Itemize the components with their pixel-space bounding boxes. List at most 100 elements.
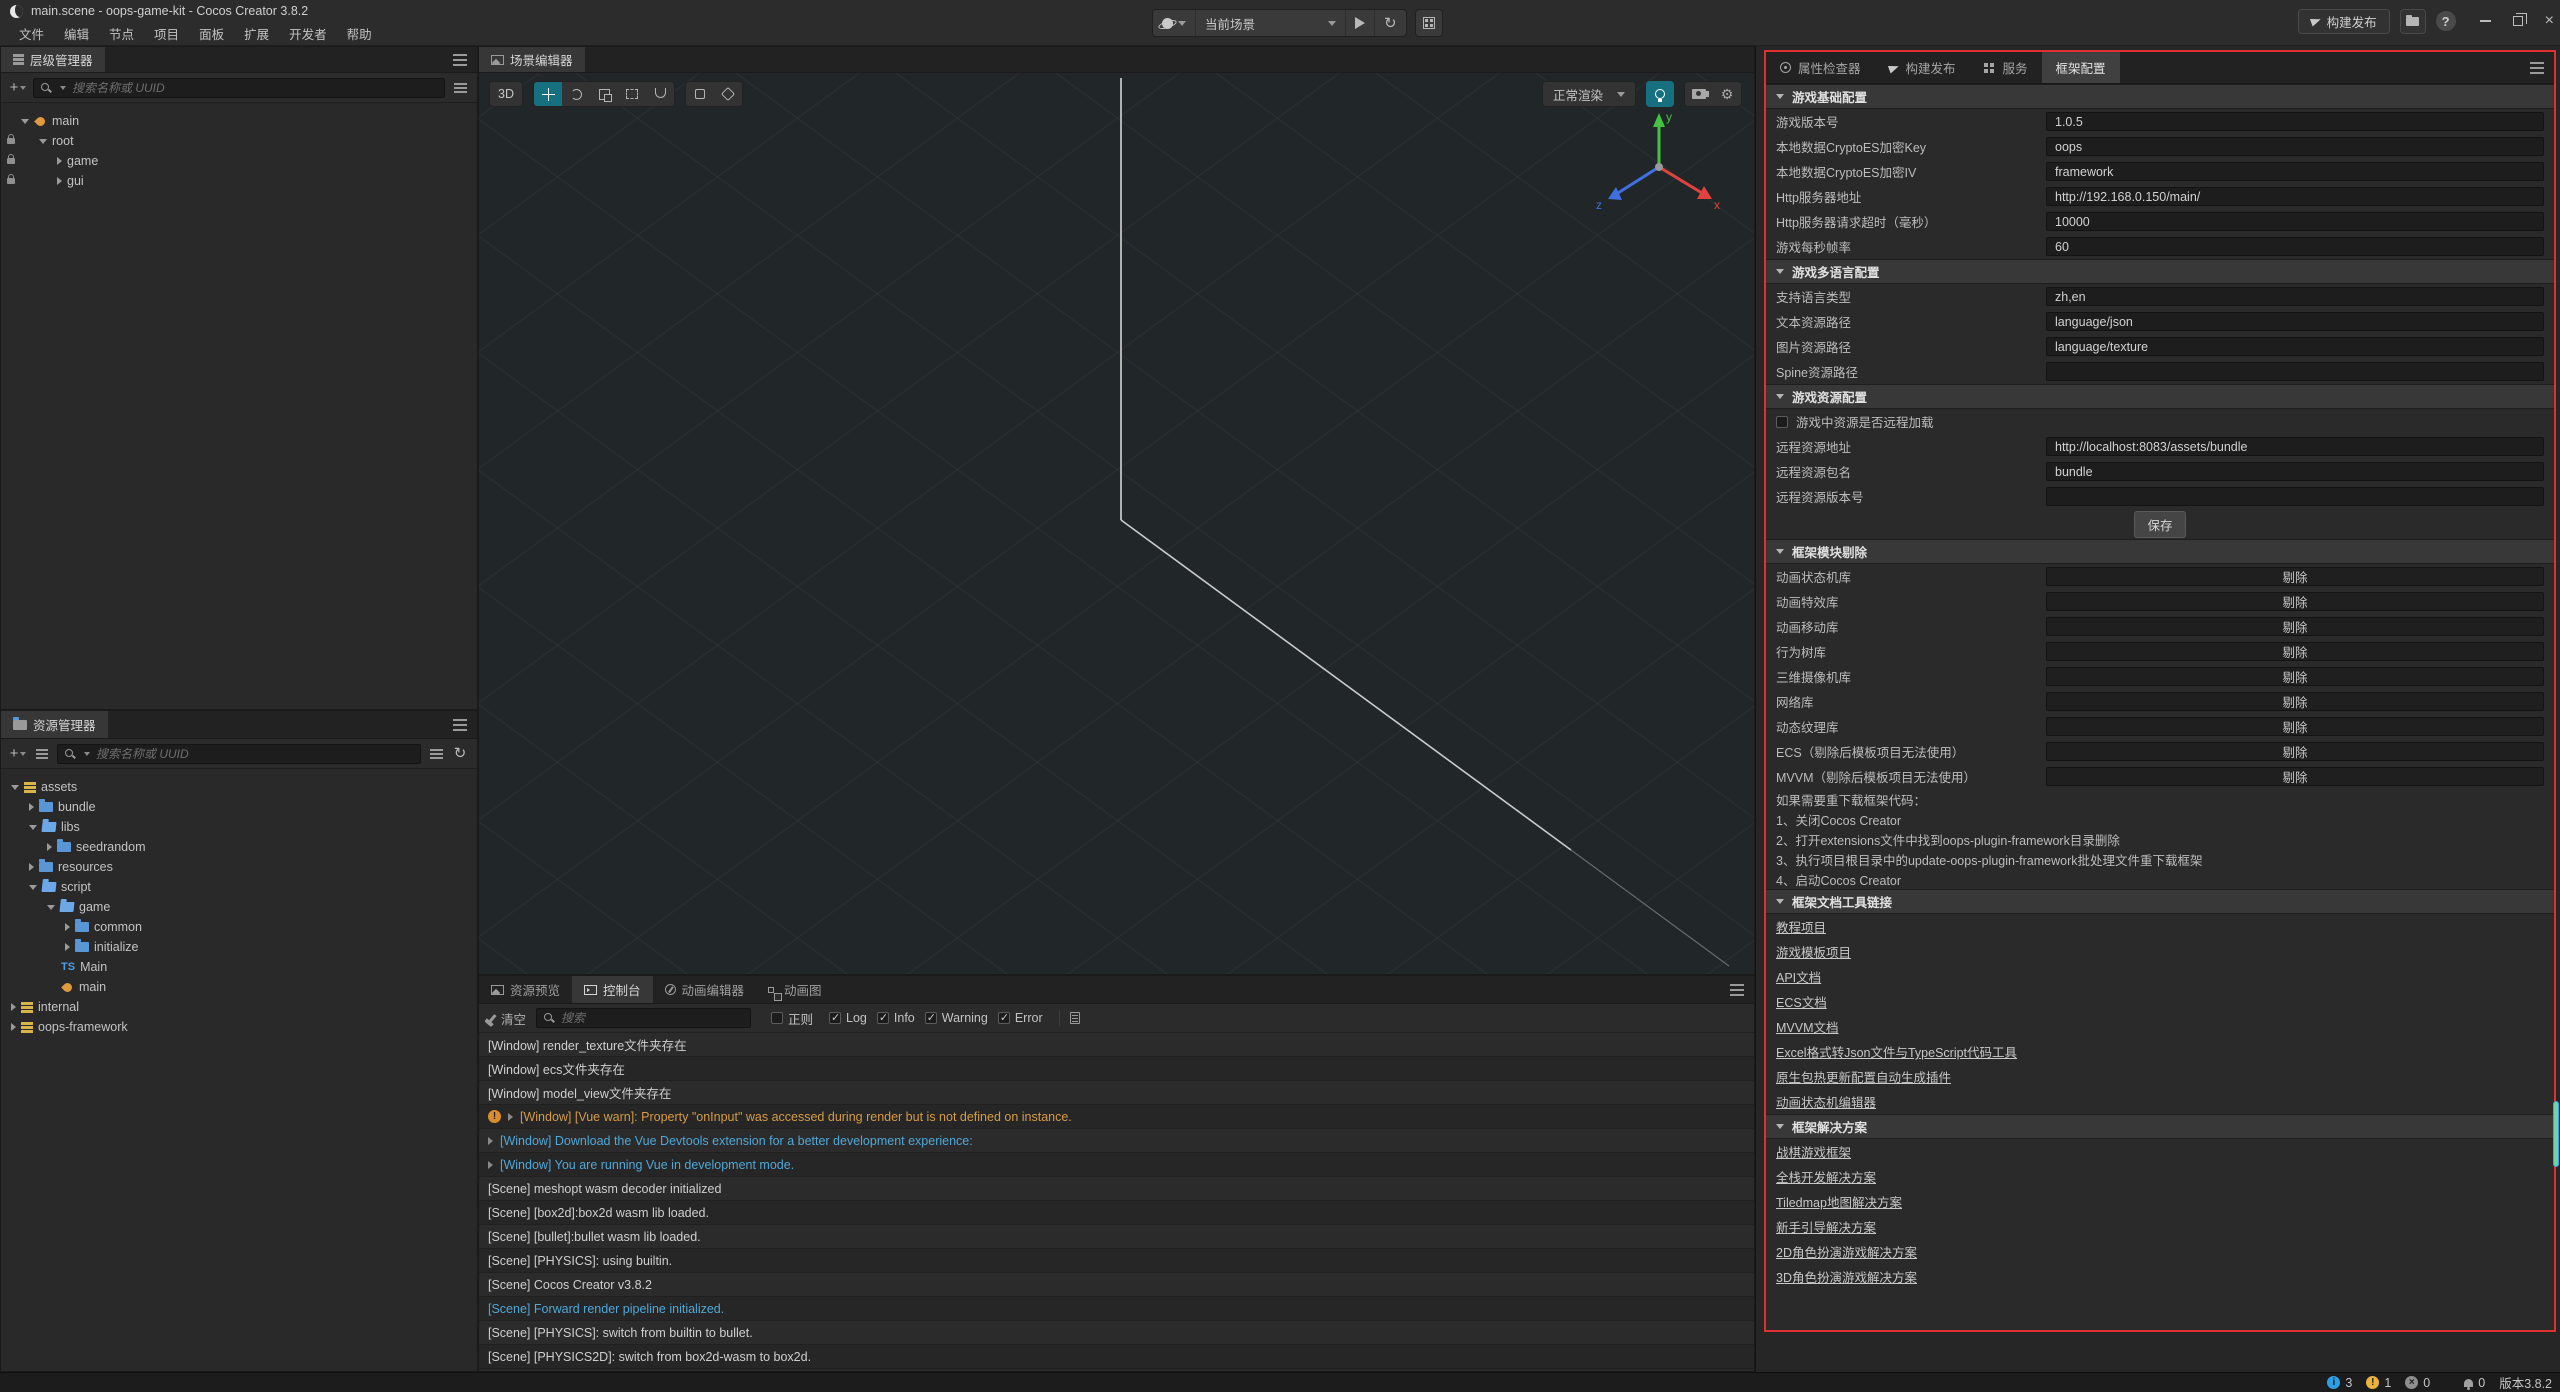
chevron-down-icon[interactable] xyxy=(1776,899,1784,904)
console-line[interactable]: [Window] model_view文件夹存在 xyxy=(479,1081,1754,1105)
field-input[interactable] xyxy=(2046,287,2544,306)
module-remove-button[interactable]: 剔除 xyxy=(2046,717,2544,736)
menu-项目[interactable]: 项目 xyxy=(145,21,188,46)
field-input[interactable] xyxy=(2046,187,2544,206)
module-remove-button[interactable]: 剔除 xyxy=(2046,667,2544,686)
console-line[interactable]: ![Window] [Vue warn]: Property "onInput"… xyxy=(479,1105,1754,1129)
doc-link[interactable]: Excel格式转Json文件与TypeScript代码工具 xyxy=(1776,1042,2017,1061)
hierarchy-search[interactable] xyxy=(33,78,445,98)
chevron-right-icon[interactable] xyxy=(29,803,34,811)
field-input[interactable] xyxy=(2046,362,2544,381)
assets-search-input[interactable] xyxy=(96,747,414,761)
tree-row[interactable]: game xyxy=(1,151,477,171)
console-line[interactable]: [Scene] [PHYSICS2D]: switch from box2d-w… xyxy=(479,1345,1754,1369)
tree-row[interactable]: assets xyxy=(1,777,477,797)
console-search[interactable] xyxy=(536,1008,751,1028)
console-line[interactable]: [Scene] meshopt wasm decoder initialized xyxy=(479,1177,1754,1201)
module-remove-button[interactable]: 剔除 xyxy=(2046,567,2544,586)
solution-link[interactable]: 全栈开发解决方案 xyxy=(1776,1167,1876,1186)
hierarchy-search-input[interactable] xyxy=(72,81,438,95)
tab-build[interactable]: 构建发布 xyxy=(1875,52,1970,83)
tab-scene-editor[interactable]: 场景编辑器 xyxy=(479,47,585,72)
chevron-down-icon[interactable] xyxy=(21,119,29,124)
build-publish-button[interactable]: 构建发布 xyxy=(2298,9,2390,34)
section-header[interactable]: 游戏资源配置 xyxy=(1766,384,2554,409)
tree-row[interactable]: resources xyxy=(1,857,477,877)
expand-chevron-icon[interactable] xyxy=(488,1161,493,1169)
restore-button[interactable] xyxy=(2513,16,2523,26)
status-error[interactable]: × 0 xyxy=(2405,1376,2430,1390)
menu-帮助[interactable]: 帮助 xyxy=(338,21,381,46)
tab-service[interactable]: 服务 xyxy=(1970,52,2042,83)
tree-row[interactable]: oops-framework xyxy=(1,1017,477,1037)
tab-hierarchy[interactable]: 层级管理器 xyxy=(1,47,105,72)
open-project-folder-button[interactable] xyxy=(2400,9,2426,34)
tab-animation-graph[interactable]: 动画图 xyxy=(756,976,834,1003)
device-preview-button[interactable] xyxy=(1415,9,1443,37)
module-remove-button[interactable]: 剔除 xyxy=(2046,617,2544,636)
console-line[interactable]: [Scene] [bullet]:bullet wasm lib loaded. xyxy=(479,1225,1754,1249)
tab-inspector[interactable]: 属性检查器 xyxy=(1766,52,1875,83)
field-input[interactable] xyxy=(2046,437,2544,456)
chevron-down-icon[interactable] xyxy=(29,825,37,830)
console-line[interactable]: [Scene] Cocos Creator v3.8.2 xyxy=(479,1273,1754,1297)
section-header[interactable]: 游戏基础配置 xyxy=(1766,84,2554,109)
close-button[interactable]: × xyxy=(2545,13,2554,29)
assets-filter-button[interactable] xyxy=(427,744,445,764)
console-menu-icon[interactable] xyxy=(1730,989,1744,991)
tab-framework-config[interactable]: 框架配置 xyxy=(2042,52,2120,83)
solution-link[interactable]: 3D角色扮演游戏解决方案 xyxy=(1776,1267,1917,1286)
chevron-right-icon[interactable] xyxy=(47,843,52,851)
section-header[interactable]: 游戏多语言配置 xyxy=(1766,259,2554,284)
filter-log[interactable]: Log xyxy=(829,1011,867,1025)
doc-link[interactable]: 教程项目 xyxy=(1776,917,1826,936)
chevron-down-icon[interactable] xyxy=(39,139,47,144)
console-line[interactable]: [Window] You are running Vue in developm… xyxy=(479,1153,1754,1177)
projection-3d-button[interactable]: 3D xyxy=(489,81,523,107)
tree-row[interactable]: game xyxy=(1,897,477,917)
field-input[interactable] xyxy=(2046,162,2544,181)
tree-row[interactable]: internal xyxy=(1,997,477,1017)
chevron-down-icon[interactable] xyxy=(1776,269,1784,274)
doc-link[interactable]: 原生包热更新配置自动生成插件 xyxy=(1776,1067,1951,1086)
menu-开发者[interactable]: 开发者 xyxy=(280,21,336,46)
field-input[interactable] xyxy=(2046,112,2544,131)
render-mode-dropdown[interactable]: 正常渲染 xyxy=(1542,81,1636,107)
section-header[interactable]: 框架文档工具链接 xyxy=(1766,889,2554,914)
scale-tool-button[interactable] xyxy=(590,81,618,107)
tree-row[interactable]: main xyxy=(1,111,477,131)
console-search-input[interactable] xyxy=(561,1011,744,1025)
assets-menu-icon[interactable] xyxy=(453,724,467,726)
inspector-scrollbar-thumb[interactable] xyxy=(2553,1101,2559,1167)
save-button[interactable]: 保存 xyxy=(2134,511,2185,538)
assets-refresh-button[interactable]: ↻ xyxy=(451,744,469,764)
tree-row[interactable]: bundle xyxy=(1,797,477,817)
chevron-down-icon[interactable] xyxy=(1776,394,1784,399)
filter-info[interactable]: Info xyxy=(877,1011,915,1025)
console-line[interactable]: [Scene] [PHYSICS]: using builtin. xyxy=(479,1249,1754,1273)
scene-camera-button[interactable] xyxy=(1685,81,1713,107)
scene-settings-button[interactable]: ⚙ xyxy=(1713,81,1741,107)
module-remove-button[interactable]: 剔除 xyxy=(2046,742,2544,761)
menu-文件[interactable]: 文件 xyxy=(10,21,53,46)
filter-checkbox[interactable] xyxy=(829,1012,841,1024)
module-remove-button[interactable]: 剔除 xyxy=(2046,767,2544,786)
solution-link[interactable]: 新手引导解决方案 xyxy=(1776,1217,1876,1236)
tree-row[interactable]: TSMain xyxy=(1,957,477,977)
reload-button[interactable]: ↻ xyxy=(1375,10,1406,36)
field-input[interactable] xyxy=(2046,487,2544,506)
tree-row[interactable]: libs xyxy=(1,817,477,837)
filter-checkbox[interactable] xyxy=(877,1012,889,1024)
chevron-down-icon[interactable] xyxy=(29,885,37,890)
status-notifications[interactable]: 0 xyxy=(2464,1376,2485,1390)
chevron-right-icon[interactable] xyxy=(57,157,62,165)
field-input[interactable] xyxy=(2046,237,2544,256)
section-header[interactable]: 框架解决方案 xyxy=(1766,1114,2554,1139)
section-header[interactable]: 框架模块剔除 xyxy=(1766,539,2554,564)
assets-sort-button[interactable] xyxy=(33,744,51,764)
move-tool-button[interactable] xyxy=(534,81,562,107)
chevron-right-icon[interactable] xyxy=(11,1023,16,1031)
field-input[interactable] xyxy=(2046,462,2544,481)
regex-checkbox[interactable] xyxy=(771,1012,783,1024)
preview-target-button[interactable] xyxy=(1153,10,1196,36)
